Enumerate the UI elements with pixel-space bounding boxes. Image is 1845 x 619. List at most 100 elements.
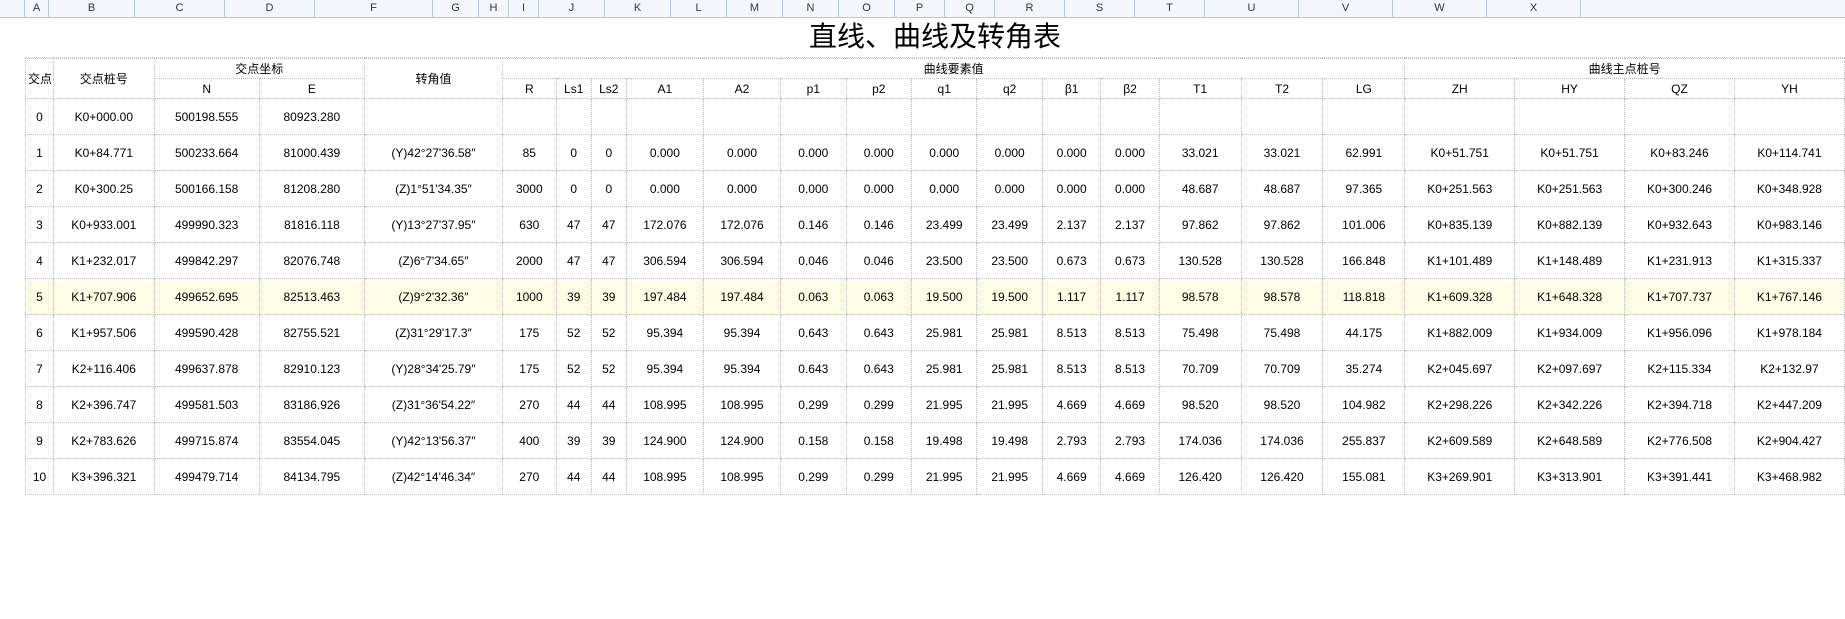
cell-b1[interactable]: 4.669 — [1042, 459, 1100, 495]
column-letter[interactable]: P — [895, 0, 945, 17]
cell-ls2[interactable] — [591, 99, 626, 135]
cell-r[interactable]: 3000 — [502, 171, 556, 207]
cell-lg[interactable]: 101.006 — [1323, 207, 1405, 243]
cell-a2[interactable]: 95.394 — [703, 315, 780, 351]
table-row[interactable]: 5K1+707.906499652.69582513.463(Z)9°2'32.… — [26, 279, 1845, 315]
cell-p2[interactable]: 0.643 — [846, 315, 911, 351]
cell-p1[interactable]: 0.000 — [781, 171, 846, 207]
cell-ls1[interactable]: 47 — [556, 243, 591, 279]
cell-zh[interactable]: K2+783.626 — [54, 423, 155, 459]
cell-lg[interactable]: 97.365 — [1323, 171, 1405, 207]
cell-a1[interactable]: 0.000 — [626, 135, 703, 171]
column-letter[interactable]: T — [1135, 0, 1205, 17]
cell-zh[interactable]: K2+045.697 — [1405, 351, 1515, 387]
cell-a2[interactable]: 197.484 — [703, 279, 780, 315]
cell-lg[interactable]: 166.848 — [1323, 243, 1405, 279]
column-letter[interactable]: D — [225, 0, 315, 17]
column-letter[interactable]: V — [1299, 0, 1393, 17]
cell-p2[interactable]: 0.046 — [846, 243, 911, 279]
cell-zh[interactable]: K2+609.589 — [1405, 423, 1515, 459]
cell-b1[interactable]: 2.137 — [1042, 207, 1100, 243]
table-row[interactable]: 6K1+957.506499590.42882755.521(Z)31°29'1… — [26, 315, 1845, 351]
column-letter[interactable]: G — [433, 0, 479, 17]
table-row[interactable]: 3K0+933.001499990.32381816.118(Y)13°27'3… — [26, 207, 1845, 243]
cell-p2[interactable]: 0.063 — [846, 279, 911, 315]
cell-ls2[interactable]: 52 — [591, 351, 626, 387]
cell-qz[interactable]: K3+391.441 — [1625, 459, 1735, 495]
column-letter[interactable]: F — [315, 0, 433, 17]
cell-i[interactable]: 7 — [26, 351, 54, 387]
cell-b1[interactable]: 0.000 — [1042, 135, 1100, 171]
cell-p1[interactable]: 0.299 — [781, 459, 846, 495]
cell-t2[interactable]: 130.528 — [1241, 243, 1323, 279]
table-row[interactable]: 4K1+232.017499842.29782076.748(Z)6°7'34.… — [26, 243, 1845, 279]
cell-t1[interactable]: 130.528 — [1159, 243, 1241, 279]
cell-zh[interactable]: K1+957.506 — [54, 315, 155, 351]
cell-r[interactable]: 400 — [502, 423, 556, 459]
cell-n[interactable]: 500233.664 — [154, 135, 259, 171]
cell-hy[interactable]: K1+648.328 — [1515, 279, 1625, 315]
table-row[interactable]: 9K2+783.626499715.87483554.045(Y)42°13'5… — [26, 423, 1845, 459]
cell-p1[interactable]: 0.643 — [781, 315, 846, 351]
table-row[interactable]: 8K2+396.747499581.50383186.926(Z)31°36'5… — [26, 387, 1845, 423]
cell-a2[interactable]: 108.995 — [703, 459, 780, 495]
cell-i[interactable]: 10 — [26, 459, 54, 495]
cell-b2[interactable] — [1101, 99, 1159, 135]
cell-i[interactable]: 3 — [26, 207, 54, 243]
cell-yh[interactable]: K1+767.146 — [1734, 279, 1844, 315]
cell-b1[interactable] — [1042, 99, 1100, 135]
cell-ls1[interactable]: 44 — [556, 459, 591, 495]
cell-zh[interactable]: K2+298.226 — [1405, 387, 1515, 423]
cell-n[interactable]: 499590.428 — [154, 315, 259, 351]
cell-a2[interactable]: 108.995 — [703, 387, 780, 423]
cell-b1[interactable]: 8.513 — [1042, 315, 1100, 351]
cell-qz[interactable]: K0+83.246 — [1625, 135, 1735, 171]
cell-a2[interactable]: 124.900 — [703, 423, 780, 459]
column-letter[interactable]: H — [479, 0, 509, 17]
cell-e[interactable]: 82513.463 — [259, 279, 364, 315]
table-row[interactable]: 10K3+396.321499479.71484134.795(Z)42°14'… — [26, 459, 1845, 495]
cell-qz[interactable] — [1625, 99, 1735, 135]
cell-yh[interactable]: K2+904.427 — [1734, 423, 1844, 459]
cell-e[interactable]: 81000.439 — [259, 135, 364, 171]
cell-q1[interactable]: 0.000 — [912, 135, 977, 171]
column-letter[interactable]: R — [995, 0, 1065, 17]
cell-hy[interactable]: K0+882.139 — [1515, 207, 1625, 243]
cell-zh[interactable]: K0+000.00 — [54, 99, 155, 135]
cell-e[interactable]: 83186.926 — [259, 387, 364, 423]
cell-hy[interactable]: K0+251.563 — [1515, 171, 1625, 207]
cell-zh[interactable]: K0+51.751 — [1405, 135, 1515, 171]
cell-ang[interactable]: (Z)31°29'17.3″ — [364, 315, 502, 351]
table-row[interactable]: 2K0+300.25500166.15881208.280(Z)1°51'34.… — [26, 171, 1845, 207]
cell-ls2[interactable]: 39 — [591, 279, 626, 315]
cell-qz[interactable]: K2+115.334 — [1625, 351, 1735, 387]
cell-q1[interactable]: 21.995 — [912, 387, 977, 423]
cell-qz[interactable]: K1+956.096 — [1625, 315, 1735, 351]
cell-ang[interactable]: (Z)42°14'46.34″ — [364, 459, 502, 495]
cell-q1[interactable]: 0.000 — [912, 171, 977, 207]
cell-ls1[interactable] — [556, 99, 591, 135]
cell-n[interactable]: 499637.878 — [154, 351, 259, 387]
cell-lg[interactable]: 35.274 — [1323, 351, 1405, 387]
cell-p1[interactable]: 0.299 — [781, 387, 846, 423]
cell-a1[interactable]: 0.000 — [626, 171, 703, 207]
cell-t2[interactable]: 98.520 — [1241, 387, 1323, 423]
cell-b2[interactable]: 4.669 — [1101, 459, 1159, 495]
cell-lg[interactable]: 255.837 — [1323, 423, 1405, 459]
cell-p2[interactable]: 0.643 — [846, 351, 911, 387]
column-letter[interactable]: L — [671, 0, 727, 17]
cell-e[interactable]: 84134.795 — [259, 459, 364, 495]
cell-p2[interactable]: 0.146 — [846, 207, 911, 243]
cell-qz[interactable]: K1+231.913 — [1625, 243, 1735, 279]
cell-n[interactable]: 499842.297 — [154, 243, 259, 279]
cell-r[interactable]: 270 — [502, 459, 556, 495]
cell-ang[interactable]: (Z)31°36'54.22″ — [364, 387, 502, 423]
cell-yh[interactable]: K2+132.97 — [1734, 351, 1844, 387]
cell-lg[interactable]: 118.818 — [1323, 279, 1405, 315]
cell-hy[interactable]: K3+313.901 — [1515, 459, 1625, 495]
cell-n[interactable]: 500198.555 — [154, 99, 259, 135]
cell-e[interactable]: 82910.123 — [259, 351, 364, 387]
column-letter[interactable]: M — [727, 0, 783, 17]
column-letter[interactable]: K — [605, 0, 671, 17]
cell-r[interactable] — [502, 99, 556, 135]
